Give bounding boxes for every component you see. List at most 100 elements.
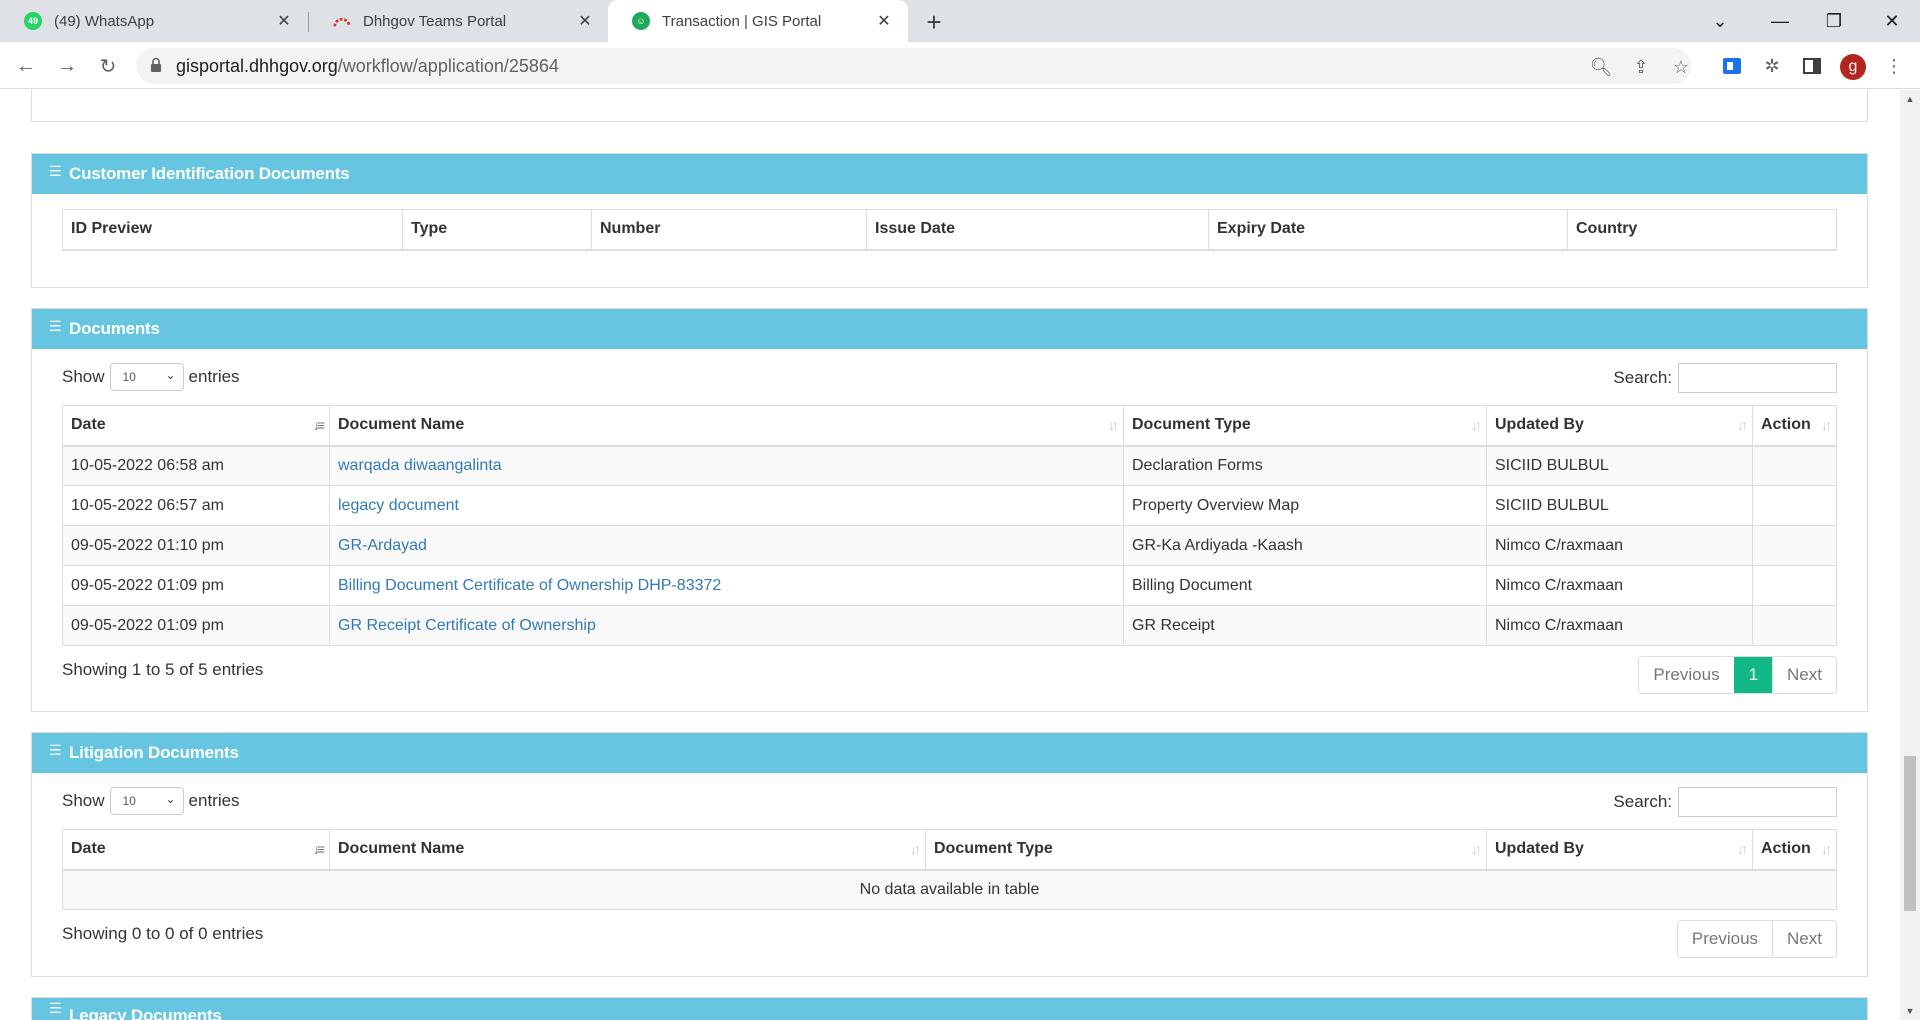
zoom-icon[interactable]: 🔍︎	[1590, 56, 1613, 78]
panel-header: ☰ Customer Identification Documents	[32, 154, 1867, 194]
column-header-action[interactable]: Action ↓↑	[1752, 405, 1837, 447]
chevron-down-icon: ⌄	[165, 368, 176, 382]
search-label: Search:	[1613, 368, 1672, 387]
litigation-table-controls: Show 10 ⌄ entries Search:	[32, 773, 1867, 829]
close-icon[interactable]: ✕	[274, 11, 294, 31]
updated-by-cell: SICIID BULBUL	[1486, 445, 1753, 486]
tab-search-chevron-icon[interactable]: ⌄	[1692, 0, 1748, 42]
table-row: 09-05-2022 01:09 pm GR Receipt Certifica…	[62, 605, 1837, 646]
document-link[interactable]: GR-Ardayad	[338, 537, 427, 554]
documents-table: Date ↓≡ Document Name ↓↑ Document Type ↓↑ U…	[62, 405, 1837, 646]
column-header-date[interactable]: Date ↓≡	[62, 829, 330, 871]
share-icon[interactable]: ⇪	[1630, 56, 1652, 78]
column-header-updated-by[interactable]: Updated By ↓↑	[1486, 829, 1753, 871]
document-link[interactable]: warqada diwaangalinta	[338, 457, 502, 474]
document-link[interactable]: Billing Document Certificate of Ownershi…	[338, 577, 721, 594]
column-header: Type	[402, 209, 592, 251]
document-link[interactable]: GR Receipt Certificate of Ownership	[338, 617, 596, 634]
pagination: Previous Next	[1676, 920, 1837, 958]
sort-icon: ↓↑	[1108, 417, 1119, 433]
puzzle-extensions-icon[interactable]: ✲	[1758, 52, 1786, 80]
table-row: 09-05-2022 01:09 pm Billing Document Cer…	[62, 565, 1837, 606]
scroll-up-icon[interactable]: ▲	[1905, 94, 1915, 104]
table-info: Showing 0 to 0 of 0 entries	[62, 924, 264, 943]
side-panel-icon[interactable]	[1798, 52, 1826, 80]
tab-title: Dhhgov Teams Portal	[363, 12, 507, 30]
entries-label: entries	[188, 791, 240, 810]
extension-icon[interactable]	[1718, 52, 1746, 80]
page-1-button[interactable]: 1	[1733, 657, 1773, 693]
action-cell	[1752, 525, 1837, 566]
sort-icon: ↓↑	[1737, 841, 1748, 857]
updated-by-cell: SICIID BULBUL	[1486, 485, 1753, 526]
sort-icon: ↓↑	[1471, 841, 1482, 857]
tab-whatsapp[interactable]: 49 (49) WhatsApp ✕	[0, 0, 308, 42]
tab-dhhgov-teams-portal[interactable]: Dhhgov Teams Portal ✕	[309, 0, 609, 42]
show-label: Show	[62, 367, 105, 386]
reload-icon[interactable]: ↻	[94, 52, 122, 80]
scrollbar-thumb[interactable]	[1904, 756, 1916, 911]
panel-title: Documents	[69, 319, 160, 338]
restore-button[interactable]: ❐	[1806, 0, 1862, 42]
empty-table-message: No data available in table	[62, 869, 1837, 910]
close-icon[interactable]: ✕	[575, 11, 595, 31]
panel-title: Legacy Documents	[69, 1006, 222, 1020]
document-link[interactable]: legacy document	[338, 497, 459, 514]
profile-avatar[interactable]: g	[1840, 54, 1866, 80]
gis-portal-icon: ☺	[632, 12, 650, 30]
page-length-value: 10	[122, 370, 136, 384]
url-host: gisportal.dhhgov.org	[176, 55, 338, 76]
customer-id-table-wrap: ID Preview Type Number Issue Date Expiry…	[32, 194, 1867, 251]
forward-arrow-icon[interactable]: →	[53, 52, 81, 80]
table-row: No data available in table	[62, 869, 1837, 910]
pagination: Previous 1 Next	[1638, 656, 1837, 694]
search-label: Search:	[1613, 792, 1672, 811]
page-length-select[interactable]: 10 ⌄	[109, 363, 184, 391]
close-icon[interactable]: ✕	[874, 11, 894, 31]
page-length-control: Show 10 ⌄ entries	[62, 787, 240, 815]
column-header-updated-by[interactable]: Updated By ↓↑	[1486, 405, 1753, 447]
column-header-document-type[interactable]: Document Type ↓↑	[925, 829, 1487, 871]
table-row: 10-05-2022 06:57 am legacy document Prop…	[62, 485, 1837, 526]
kebab-menu-icon[interactable]: ⋮	[1880, 52, 1908, 80]
bookmark-star-icon[interactable]: ☆	[1670, 56, 1692, 78]
panel-title: Customer Identification Documents	[69, 164, 350, 183]
minimize-button[interactable]: —	[1752, 0, 1808, 42]
back-arrow-icon[interactable]: ←	[12, 52, 40, 80]
column-header-date[interactable]: Date ↓≡	[62, 405, 330, 447]
column-header-document-name[interactable]: Document Name ↓↑	[329, 405, 1124, 447]
updated-by-cell: Nimco C/raxmaan	[1486, 525, 1753, 566]
sort-desc-icon: ↓≡	[312, 841, 325, 857]
column-header-action[interactable]: Action ↓↑	[1752, 829, 1837, 871]
litigation-table: Date ↓≡ Document Name ↓↑ Document Type ↓↑ U…	[62, 829, 1837, 910]
sort-icon: ↓↑	[1737, 417, 1748, 433]
search-input[interactable]	[1678, 363, 1837, 393]
scroll-down-icon[interactable]: ▼	[1905, 1006, 1915, 1016]
page-length-control: Show 10 ⌄ entries	[62, 363, 240, 391]
teams-portal-icon	[333, 12, 351, 30]
new-tab-button[interactable]: +	[920, 7, 948, 37]
column-header-document-name[interactable]: Document Name ↓↑	[329, 829, 926, 871]
previous-page-button[interactable]: Previous	[1677, 921, 1773, 957]
legacy-documents-panel: ☰ Legacy Documents	[31, 997, 1868, 1020]
litigation-table-wrap: Date ↓≡ Document Name ↓↑ Document Type ↓↑ U…	[32, 829, 1867, 910]
document-name-cell: Billing Document Certificate of Ownershi…	[329, 565, 1124, 606]
search-input[interactable]	[1678, 787, 1837, 817]
page-viewport: ☰ Customer Identification Documents ID P…	[0, 90, 1900, 1020]
sort-icon: ↓↑	[1471, 417, 1482, 433]
tab-transaction-gis-portal[interactable]: ☺ Transaction | GIS Portal ✕	[608, 0, 908, 42]
documents-table-wrap: Date ↓≡ Document Name ↓↑ Document Type ↓↑ U…	[32, 405, 1867, 646]
address-bar[interactable]: gisportal.dhhgov.org/workflow/applicatio…	[136, 48, 1691, 84]
date-cell: 10-05-2022 06:57 am	[62, 485, 330, 526]
sort-desc-icon: ↓≡	[312, 417, 325, 433]
page-length-select[interactable]: 10 ⌄	[109, 787, 184, 815]
previous-page-button[interactable]: Previous	[1639, 657, 1734, 693]
page-scrollbar[interactable]: ▲ ▼	[1900, 90, 1920, 1020]
window-close-button[interactable]: ✕	[1864, 0, 1920, 42]
next-page-button[interactable]: Next	[1772, 657, 1836, 693]
litigation-documents-panel: ☰ Litigation Documents Show 10 ⌄ entries…	[31, 732, 1868, 977]
next-page-button[interactable]: Next	[1772, 921, 1836, 957]
column-header-document-type[interactable]: Document Type ↓↑	[1123, 405, 1487, 447]
customer-id-documents-panel: ☰ Customer Identification Documents ID P…	[31, 153, 1868, 288]
updated-by-cell: Nimco C/raxmaan	[1486, 605, 1753, 646]
